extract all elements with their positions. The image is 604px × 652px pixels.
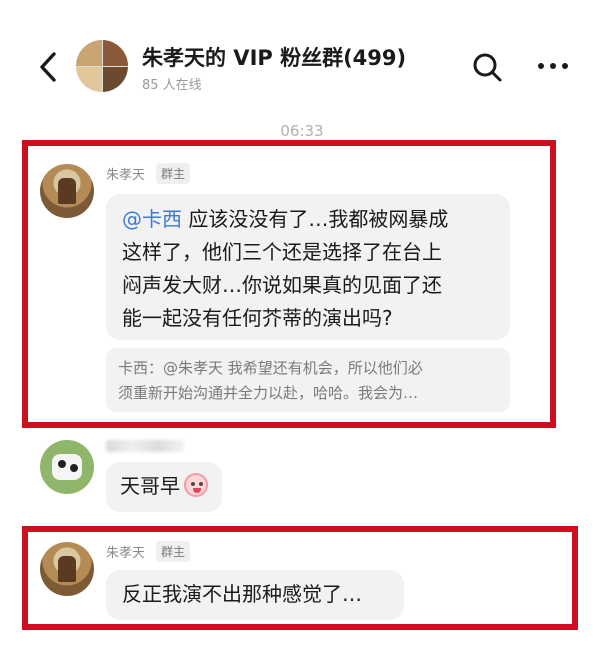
sender-name: 朱孝天	[106, 546, 146, 561]
message-bubble[interactable]: 反正我演不出那种感觉了…	[106, 570, 404, 620]
avatar[interactable]	[40, 542, 94, 596]
role-badge: 群主	[156, 541, 191, 562]
message-text: 反正我演不出那种感觉了…	[122, 582, 362, 606]
message-item: 朱孝天 群主 反正我演不出那种感觉了…	[0, 0, 604, 640]
